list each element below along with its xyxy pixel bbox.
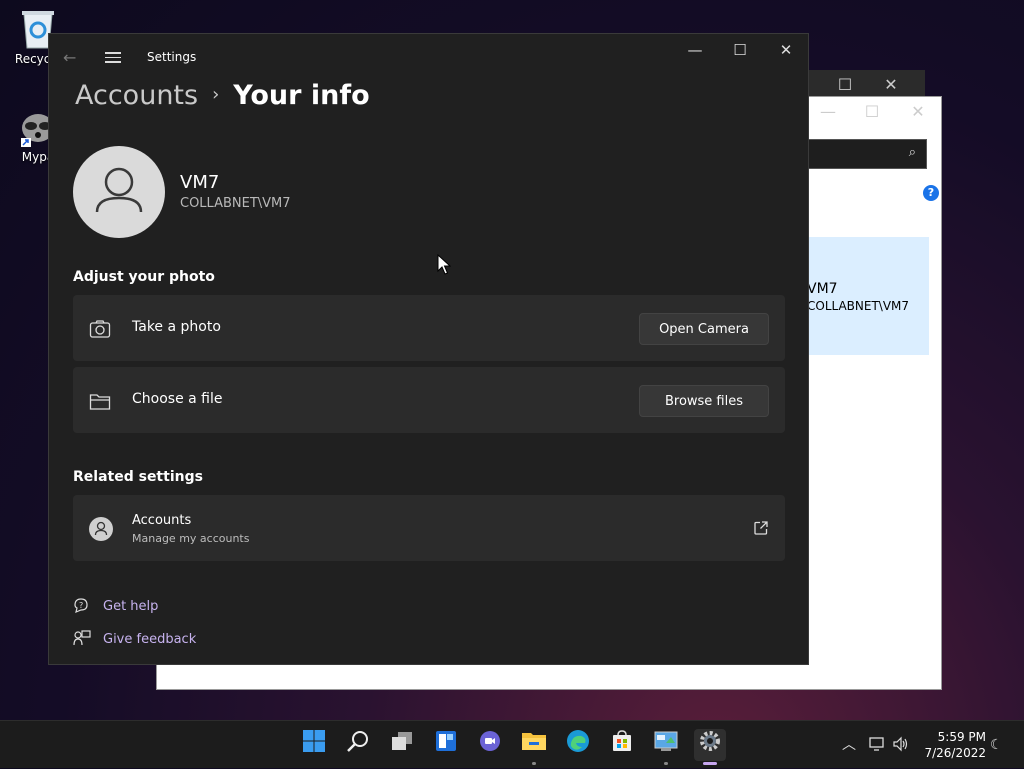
maximize-button[interactable]: ☐ bbox=[717, 34, 763, 66]
settings-window: ← Settings — ☐ ✕ Accounts › Your info VM7 … bbox=[48, 33, 809, 665]
give-feedback-link[interactable]: Give feedback bbox=[73, 630, 196, 647]
user-domain: COLLABNET\VM7 bbox=[180, 196, 291, 211]
background-search-box[interactable]: ⌕ bbox=[807, 139, 927, 169]
avatar bbox=[73, 146, 165, 238]
mouse-cursor-icon bbox=[437, 253, 452, 280]
take-photo-label: Take a photo bbox=[132, 319, 221, 335]
edge-icon[interactable] bbox=[562, 729, 594, 761]
svg-text:?: ? bbox=[79, 601, 83, 610]
notification-moon-icon[interactable]: ☾ bbox=[990, 721, 1003, 769]
close-icon[interactable]: ✕ bbox=[895, 97, 941, 127]
hamburger-menu-icon[interactable] bbox=[105, 49, 121, 66]
feedback-icon bbox=[73, 630, 91, 646]
back-arrow-icon[interactable]: ← bbox=[63, 48, 76, 67]
person-icon bbox=[95, 167, 143, 213]
user-name: VM7 bbox=[180, 172, 220, 193]
choose-file-label: Choose a file bbox=[132, 391, 223, 407]
minimize-button[interactable]: — bbox=[672, 34, 718, 66]
clock-date: 7/26/2022 bbox=[924, 746, 986, 760]
start-icon[interactable] bbox=[298, 729, 330, 761]
page-title: Your info bbox=[233, 80, 370, 111]
give-feedback-label: Give feedback bbox=[103, 632, 197, 647]
background-user-name: VM7 bbox=[807, 281, 838, 297]
minimize-icon[interactable]: — bbox=[805, 97, 851, 127]
network-icon[interactable] bbox=[868, 721, 886, 769]
related-settings-heading: Related settings bbox=[73, 469, 203, 485]
task-view-icon[interactable] bbox=[386, 729, 418, 761]
accounts-link-title: Accounts bbox=[132, 513, 192, 528]
help-icon: ? bbox=[73, 597, 91, 613]
clock-time: 5:59 PM bbox=[937, 730, 986, 744]
running-indicator bbox=[532, 762, 536, 765]
breadcrumb: Accounts › Your info bbox=[75, 80, 370, 111]
store-icon[interactable] bbox=[606, 729, 638, 761]
control-panel-icon[interactable] bbox=[650, 729, 682, 765]
browse-files-button[interactable]: Browse files bbox=[639, 385, 769, 417]
background-user-domain: COLLABNET\VM7 bbox=[807, 299, 910, 313]
close-button[interactable]: ✕ bbox=[763, 34, 809, 66]
settings-gear-icon[interactable] bbox=[694, 729, 726, 765]
adjust-photo-heading: Adjust your photo bbox=[73, 269, 215, 285]
search-icon[interactable] bbox=[342, 729, 374, 761]
volume-icon[interactable] bbox=[892, 721, 910, 769]
file-explorer-icon[interactable] bbox=[518, 729, 550, 765]
maximize-icon[interactable]: ☐ bbox=[849, 97, 895, 127]
taskbar-clock[interactable]: 5:59 PM 7/26/2022 bbox=[920, 729, 986, 761]
accounts-link-subtitle: Manage my accounts bbox=[132, 532, 250, 545]
chevron-right-icon: › bbox=[212, 84, 220, 105]
camera-icon bbox=[89, 319, 111, 339]
active-indicator bbox=[703, 762, 717, 765]
take-photo-card: Take a photo Open Camera bbox=[73, 295, 785, 361]
search-icon: ⌕ bbox=[908, 145, 916, 160]
running-indicator bbox=[664, 762, 668, 765]
widgets-icon[interactable] bbox=[430, 729, 462, 761]
window-title: Settings bbox=[147, 50, 197, 64]
taskbar: ︿ 5:59 PM 7/26/2022 ☾ bbox=[0, 720, 1024, 768]
folder-icon bbox=[89, 391, 111, 411]
chat-icon[interactable] bbox=[474, 729, 506, 761]
breadcrumb-parent[interactable]: Accounts bbox=[75, 80, 198, 111]
get-help-link[interactable]: ? Get help bbox=[73, 597, 158, 614]
background-user-panel: VM7 COLLABNET\VM7 bbox=[807, 237, 929, 355]
external-link-icon bbox=[753, 520, 769, 540]
choose-file-card: Choose a file Browse files bbox=[73, 367, 785, 433]
help-icon[interactable]: ? bbox=[923, 185, 939, 201]
get-help-label: Get help bbox=[103, 599, 159, 614]
chevron-up-icon[interactable]: ︿ bbox=[842, 721, 856, 769]
person-icon bbox=[89, 517, 113, 541]
accounts-link-card[interactable]: Accounts Manage my accounts bbox=[73, 495, 785, 561]
open-camera-button[interactable]: Open Camera bbox=[639, 313, 769, 345]
